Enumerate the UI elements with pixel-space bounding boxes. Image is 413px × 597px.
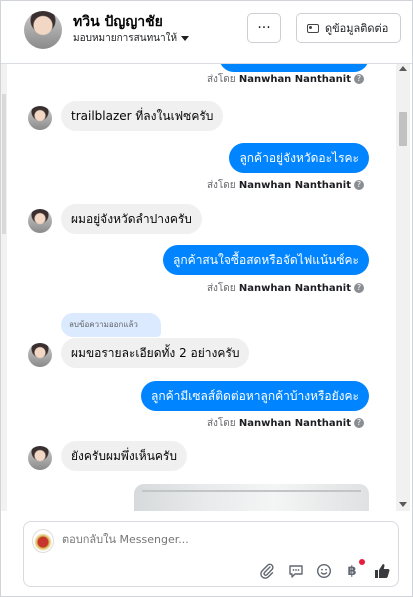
incoming-message: ยังครับผมพึ่งเห็นครับ: [61, 441, 187, 471]
contact-avatar[interactable]: [24, 11, 62, 49]
attachment-icon[interactable]: [258, 562, 276, 580]
contact-avatar-small: [28, 209, 52, 233]
contact-avatar-small: [28, 343, 52, 367]
scroll-down-icon[interactable]: [399, 502, 407, 507]
sent-by-label: ส่งโดย Nanwhan Nanthanit?: [207, 281, 364, 296]
like-icon[interactable]: [373, 562, 391, 580]
chat-window: ทวิน ปัญญาชัย มอบหมายการสนทนาให้ ··· ดูข…: [0, 0, 413, 597]
incoming-message: trailblazer ที่ลงในเฟซครับ: [61, 101, 224, 131]
help-icon[interactable]: ?: [354, 74, 364, 84]
conversation-header: ทวิน ปัญญาชัย มอบหมายการสนทนาให้ ··· ดูข…: [1, 1, 412, 64]
more-options-button[interactable]: ···: [247, 13, 281, 43]
contact-avatar-small: [28, 106, 52, 130]
assign-label: มอบหมายการสนทนาให้: [73, 33, 178, 44]
emoji-icon[interactable]: [315, 562, 333, 580]
reply-input[interactable]: [62, 533, 362, 546]
outgoing-message: ลูกค้ามีเซลส์ติดต่อหาลูกค้าบ้างหรือยังคะ: [141, 381, 369, 411]
assign-conversation-dropdown[interactable]: มอบหมายการสนทนาให้: [73, 31, 190, 46]
thread-scrollbar[interactable]: [396, 64, 410, 511]
notification-dot: [359, 559, 365, 565]
help-icon[interactable]: ?: [354, 283, 364, 293]
bold-icon[interactable]: ฿: [343, 562, 361, 580]
page-avatar: [32, 529, 54, 553]
outgoing-message: [219, 64, 369, 72]
scrollbar-thumb[interactable]: [399, 112, 407, 146]
chevron-down-icon: [181, 35, 190, 41]
scroll-up-icon[interactable]: [399, 66, 407, 71]
outgoing-message: ลูกค้าอยู่จังหวัดอะไรคะ: [229, 143, 369, 173]
sent-by-label: ส่งโดย Nanwhan Nanthanit?: [207, 178, 364, 193]
saved-reply-icon[interactable]: [287, 562, 305, 580]
composer-area: ฿: [1, 511, 412, 596]
sent-by-label: ส่งโดย Nanwhan Nanthanit?: [207, 416, 364, 431]
view-contact-label: ดูข้อมูลติดต่อ: [325, 22, 389, 35]
message-thread: ส่งโดย Nanwhan Nanthanit? trailblazer ที…: [1, 64, 396, 511]
incoming-message: ผมอยู่จังหวัดลำปางครับ: [61, 204, 202, 234]
help-icon[interactable]: ?: [354, 180, 364, 190]
contact-card-icon: [307, 23, 319, 33]
incoming-message: ผมขอรายละเอียดทั้ง 2 อย่างครับ: [61, 338, 250, 368]
outgoing-message: ลูกค้าสนใจซื้อสดหรือจัดไฟแน้นซ์คะ: [163, 245, 369, 275]
more-icon: ···: [257, 20, 271, 36]
sent-by-label: ส่งโดย Nanwhan Nanthanit?: [207, 72, 364, 87]
help-icon[interactable]: ?: [354, 418, 364, 428]
view-contact-button[interactable]: ดูข้อมูลติดต่อ: [296, 13, 401, 43]
contact-name[interactable]: ทวิน ปัญญาชัย: [73, 11, 163, 33]
image-attachment[interactable]: [134, 484, 369, 511]
deleted-message-tag: ลบข้อความออกแล้ว: [61, 313, 161, 337]
contact-avatar-small: [28, 446, 52, 470]
reply-composer: ฿: [23, 521, 399, 587]
